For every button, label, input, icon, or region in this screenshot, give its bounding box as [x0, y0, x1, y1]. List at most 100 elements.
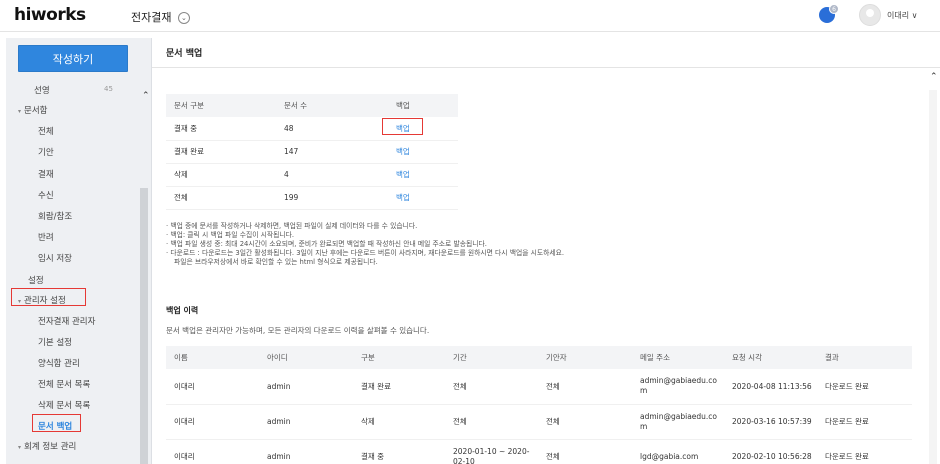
scroll-up-icon[interactable]: ⌃	[142, 91, 150, 101]
history-description: 문서 백업은 관리자만 가능하며, 모든 관리자의 다운로드 이력을 살펴볼 수…	[166, 326, 430, 335]
hiworks-logo[interactable]: hiworks	[14, 5, 86, 25]
sidebar-item-selected[interactable]: 선영 45	[34, 84, 113, 96]
compose-button[interactable]: 작성하기	[18, 45, 128, 72]
sidebar-item-all-documents[interactable]: 전체 문서 목록	[38, 378, 90, 390]
doc-count: 4	[276, 163, 388, 187]
cell-requested: 2020-03-16 10:57:39	[724, 404, 817, 440]
history-title: 백업 이력	[166, 306, 199, 315]
column-header: 문서 수	[284, 101, 308, 110]
divider	[152, 67, 940, 68]
backup-table: 문서 구분 문서 수 백업 결재 중 48 백업 결재 완료 147 백업 삭제…	[166, 94, 458, 210]
column-header: 메일 주소	[640, 353, 670, 362]
sidebar-item-rejected[interactable]: 반려	[38, 231, 54, 243]
sidebar-item-basic-settings[interactable]: 기본 설정	[38, 336, 72, 348]
table-header-row: 이름 아이디 구분 기간 기안자 메일 주소 요청 시각 결과	[166, 346, 912, 369]
cell-drafter: 전체	[538, 369, 632, 405]
column-header: 기간	[453, 353, 467, 362]
column-header: 기안자	[546, 353, 567, 362]
notification-badge: 6	[829, 4, 839, 14]
caret-down-icon: ▾	[18, 108, 22, 115]
doc-count: 48	[276, 117, 388, 141]
notification-bell-icon[interactable]: 6	[819, 4, 839, 23]
chevron-down-icon[interactable]: ⌄	[177, 12, 190, 24]
cell-kind: 삭제	[353, 404, 445, 440]
sidebar-item-form-management[interactable]: 양식함 관리	[38, 357, 80, 369]
backup-button[interactable]: 백업	[396, 170, 410, 179]
cell-id: admin	[259, 369, 353, 405]
cell-period: 2020-01-10 ~ 2020-02-10	[445, 439, 538, 464]
doc-count: 147	[276, 140, 388, 164]
note-line: · 다운로드 : 다운로드는 3일간 활성화됩니다. 3일이 지난 후에는 다운…	[166, 249, 565, 257]
sidebar-item-temp-saved[interactable]: 임시 저장	[38, 252, 72, 264]
cell-requested: 2020-04-08 11:13:56	[724, 369, 817, 405]
backup-notes: · 백업 중에 문서를 작성하거나 삭제하면, 백업된 파일이 실제 데이터와 …	[166, 222, 564, 267]
cell-period: 전체	[445, 404, 538, 440]
scroll-up-icon[interactable]: ⌃	[930, 72, 938, 82]
sidebar-item-circulation[interactable]: 회람/참조	[38, 210, 72, 222]
note-line: · 백업 중에 문서를 작성하거나 삭제하면, 백업된 파일이 실제 데이터와 …	[166, 222, 418, 230]
sidebar-item-approval[interactable]: 결재	[38, 168, 54, 180]
sidebar-item-received[interactable]: 수신	[38, 189, 54, 201]
app-title-label: 전자결재	[131, 11, 172, 24]
sidebar-item-label: 회계 정보 관리	[24, 442, 77, 452]
cell-name: 이대리	[166, 369, 259, 405]
sidebar: 작성하기 ⌃ 선영 45 ▾ 문서함 전체 기안 결재 수신 회람/참조 반려 임…	[6, 38, 152, 464]
table-header-row: 문서 구분 문서 수 백업	[166, 94, 458, 117]
main-scrollbar[interactable]	[929, 90, 937, 464]
cell-email: admin@gabiaedu.com	[632, 369, 724, 405]
sidebar-group-accounting[interactable]: ▾ 회계 정보 관리	[18, 440, 76, 452]
cell-drafter: 전체	[538, 404, 632, 440]
table-row: 삭제 4 백업	[166, 163, 458, 187]
highlight-box-document-backup	[32, 414, 81, 432]
backup-button[interactable]: 백업	[396, 193, 410, 202]
note-line: 파일은 브라우저상에서 바로 확인할 수 있는 html 형식으로 제공됩니다.	[174, 258, 378, 266]
user-menu[interactable]: 이대리 ∨	[887, 10, 917, 21]
column-header: 이름	[174, 353, 188, 362]
cell-period: 전체	[445, 369, 538, 405]
cell-email: lgd@gabia.com	[632, 439, 724, 464]
doc-type: 결재 중	[166, 117, 276, 141]
sidebar-item-deleted-documents[interactable]: 삭제 문서 목록	[38, 399, 90, 411]
sidebar-scrollbar[interactable]	[140, 188, 148, 464]
column-header: 구분	[361, 353, 375, 362]
note-line: · 백업 파일 생성 중: 최대 24시간이 소요되며, 준비가 완료되면 백업…	[166, 240, 487, 248]
doc-type: 결재 완료	[166, 140, 276, 164]
table-row: 이대리 admin 결재 중 2020-01-10 ~ 2020-02-10 전…	[166, 439, 912, 464]
doc-type: 전체	[166, 186, 276, 210]
highlight-box-backup-button	[382, 118, 423, 135]
doc-count: 199	[276, 186, 388, 210]
app-title[interactable]: 전자결재 ⌄	[131, 9, 190, 25]
sidebar-item-all[interactable]: 전체	[38, 125, 54, 137]
page-title: 문서 백업	[166, 49, 203, 59]
table-row: 전체 199 백업	[166, 186, 458, 210]
sidebar-group-documents[interactable]: ▾ 문서함	[18, 104, 47, 116]
sidebar-item-draft[interactable]: 기안	[38, 146, 54, 158]
cell-drafter: 전체	[538, 439, 632, 464]
sidebar-item-approval-admin[interactable]: 전자결재 관리자	[38, 315, 95, 327]
table-row: 이대리 admin 결재 완료 전체 전체 admin@gabiaedu.com…	[166, 369, 912, 405]
column-header: 백업	[396, 101, 410, 110]
cell-id: admin	[259, 439, 353, 464]
cell-id: admin	[259, 404, 353, 440]
backup-history-table: 이름 아이디 구분 기간 기안자 메일 주소 요청 시각 결과 이대리 admi…	[166, 346, 912, 464]
cell-kind: 결재 중	[353, 439, 445, 464]
column-header: 문서 구분	[174, 101, 204, 110]
cell-name: 이대리	[166, 404, 259, 440]
column-header: 결과	[825, 353, 839, 362]
top-bar: hiworks 전자결재 ⌄ 6 이대리 ∨	[0, 0, 940, 32]
cell-result: 다운로드 완료	[817, 439, 912, 464]
note-line: · 백업: 클릭 시 백업 파일 수집이 시작됩니다.	[166, 231, 295, 239]
sidebar-item-count: 45	[104, 85, 113, 93]
doc-type: 삭제	[166, 163, 276, 187]
backup-button[interactable]: 백업	[396, 147, 410, 156]
sidebar-item-label: 선영	[34, 86, 50, 96]
sidebar-item-label: 문서함	[24, 106, 48, 116]
cell-result: 다운로드 완료	[817, 404, 912, 440]
sidebar-item-settings[interactable]: 설정	[28, 274, 44, 286]
avatar[interactable]	[859, 4, 881, 26]
column-header: 아이디	[267, 353, 288, 362]
table-row: 결재 완료 147 백업	[166, 140, 458, 164]
cell-requested: 2020-02-10 10:56:28	[724, 439, 817, 464]
table-row: 이대리 admin 삭제 전체 전체 admin@gabiaedu.com 20…	[166, 404, 912, 440]
caret-down-icon: ▾	[18, 444, 22, 451]
